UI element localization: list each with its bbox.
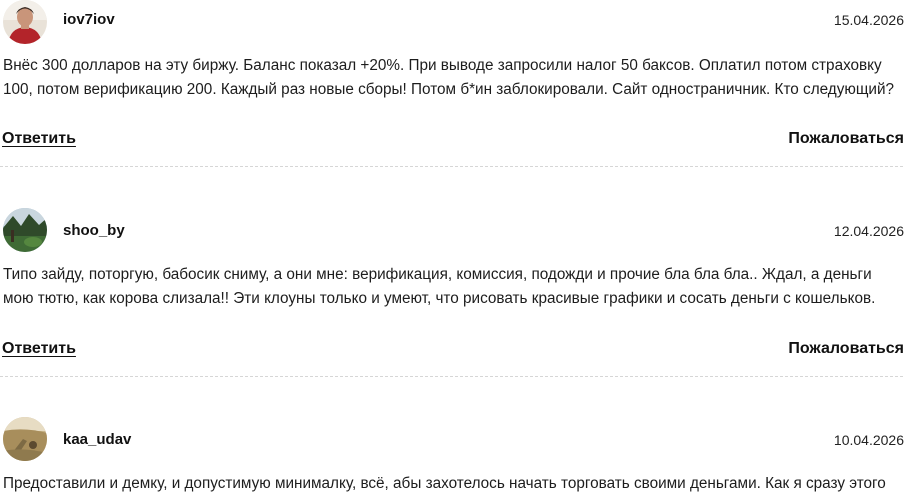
comment-username[interactable]: kaa_udav (63, 431, 131, 448)
report-button[interactable]: Пожаловаться (788, 130, 904, 148)
landscape-photo-avatar-icon (3, 208, 47, 252)
comment-username[interactable]: shoo_by (63, 222, 125, 239)
comment-date: 12.04.2026 (833, 223, 904, 239)
comment-date: 10.04.2026 (833, 432, 904, 448)
comment-text-line: Внёс 300 долларов на эту биржу. Баланс п… (3, 57, 882, 74)
comment-date: 15.04.2026 (833, 12, 904, 28)
comment-text: Внёс 300 долларов на эту биржу. Баланс п… (3, 54, 908, 102)
user-avatar[interactable] (3, 417, 47, 461)
comment-text: Типо зайду, поторгую, бабосик сниму, а о… (3, 263, 908, 311)
user-avatar[interactable] (3, 208, 47, 252)
comment-text-line: 100, потом верификацию 200. Каждый раз н… (3, 81, 895, 98)
reply-button[interactable]: Ответить (2, 340, 76, 358)
comment-text-line: Типо зайду, поторгую, бабосик сниму, а о… (3, 266, 872, 283)
comment-text-line: Предоставили и демку, и допустимую миним… (3, 475, 886, 492)
user-photo-avatar-icon (3, 0, 47, 44)
field-photo-avatar-icon (3, 417, 47, 461)
comment-text-line: мою тютю, как корова слизала!! Эти клоун… (3, 290, 876, 307)
comment-text: Предоставили и демку, и допустимую миним… (3, 472, 908, 496)
user-avatar[interactable] (3, 0, 47, 44)
reply-button[interactable]: Ответить (2, 130, 76, 148)
comment-divider (0, 376, 903, 377)
comment-divider (0, 166, 903, 167)
report-button[interactable]: Пожаловаться (788, 340, 904, 358)
comment-username[interactable]: iov7iov (63, 11, 115, 28)
